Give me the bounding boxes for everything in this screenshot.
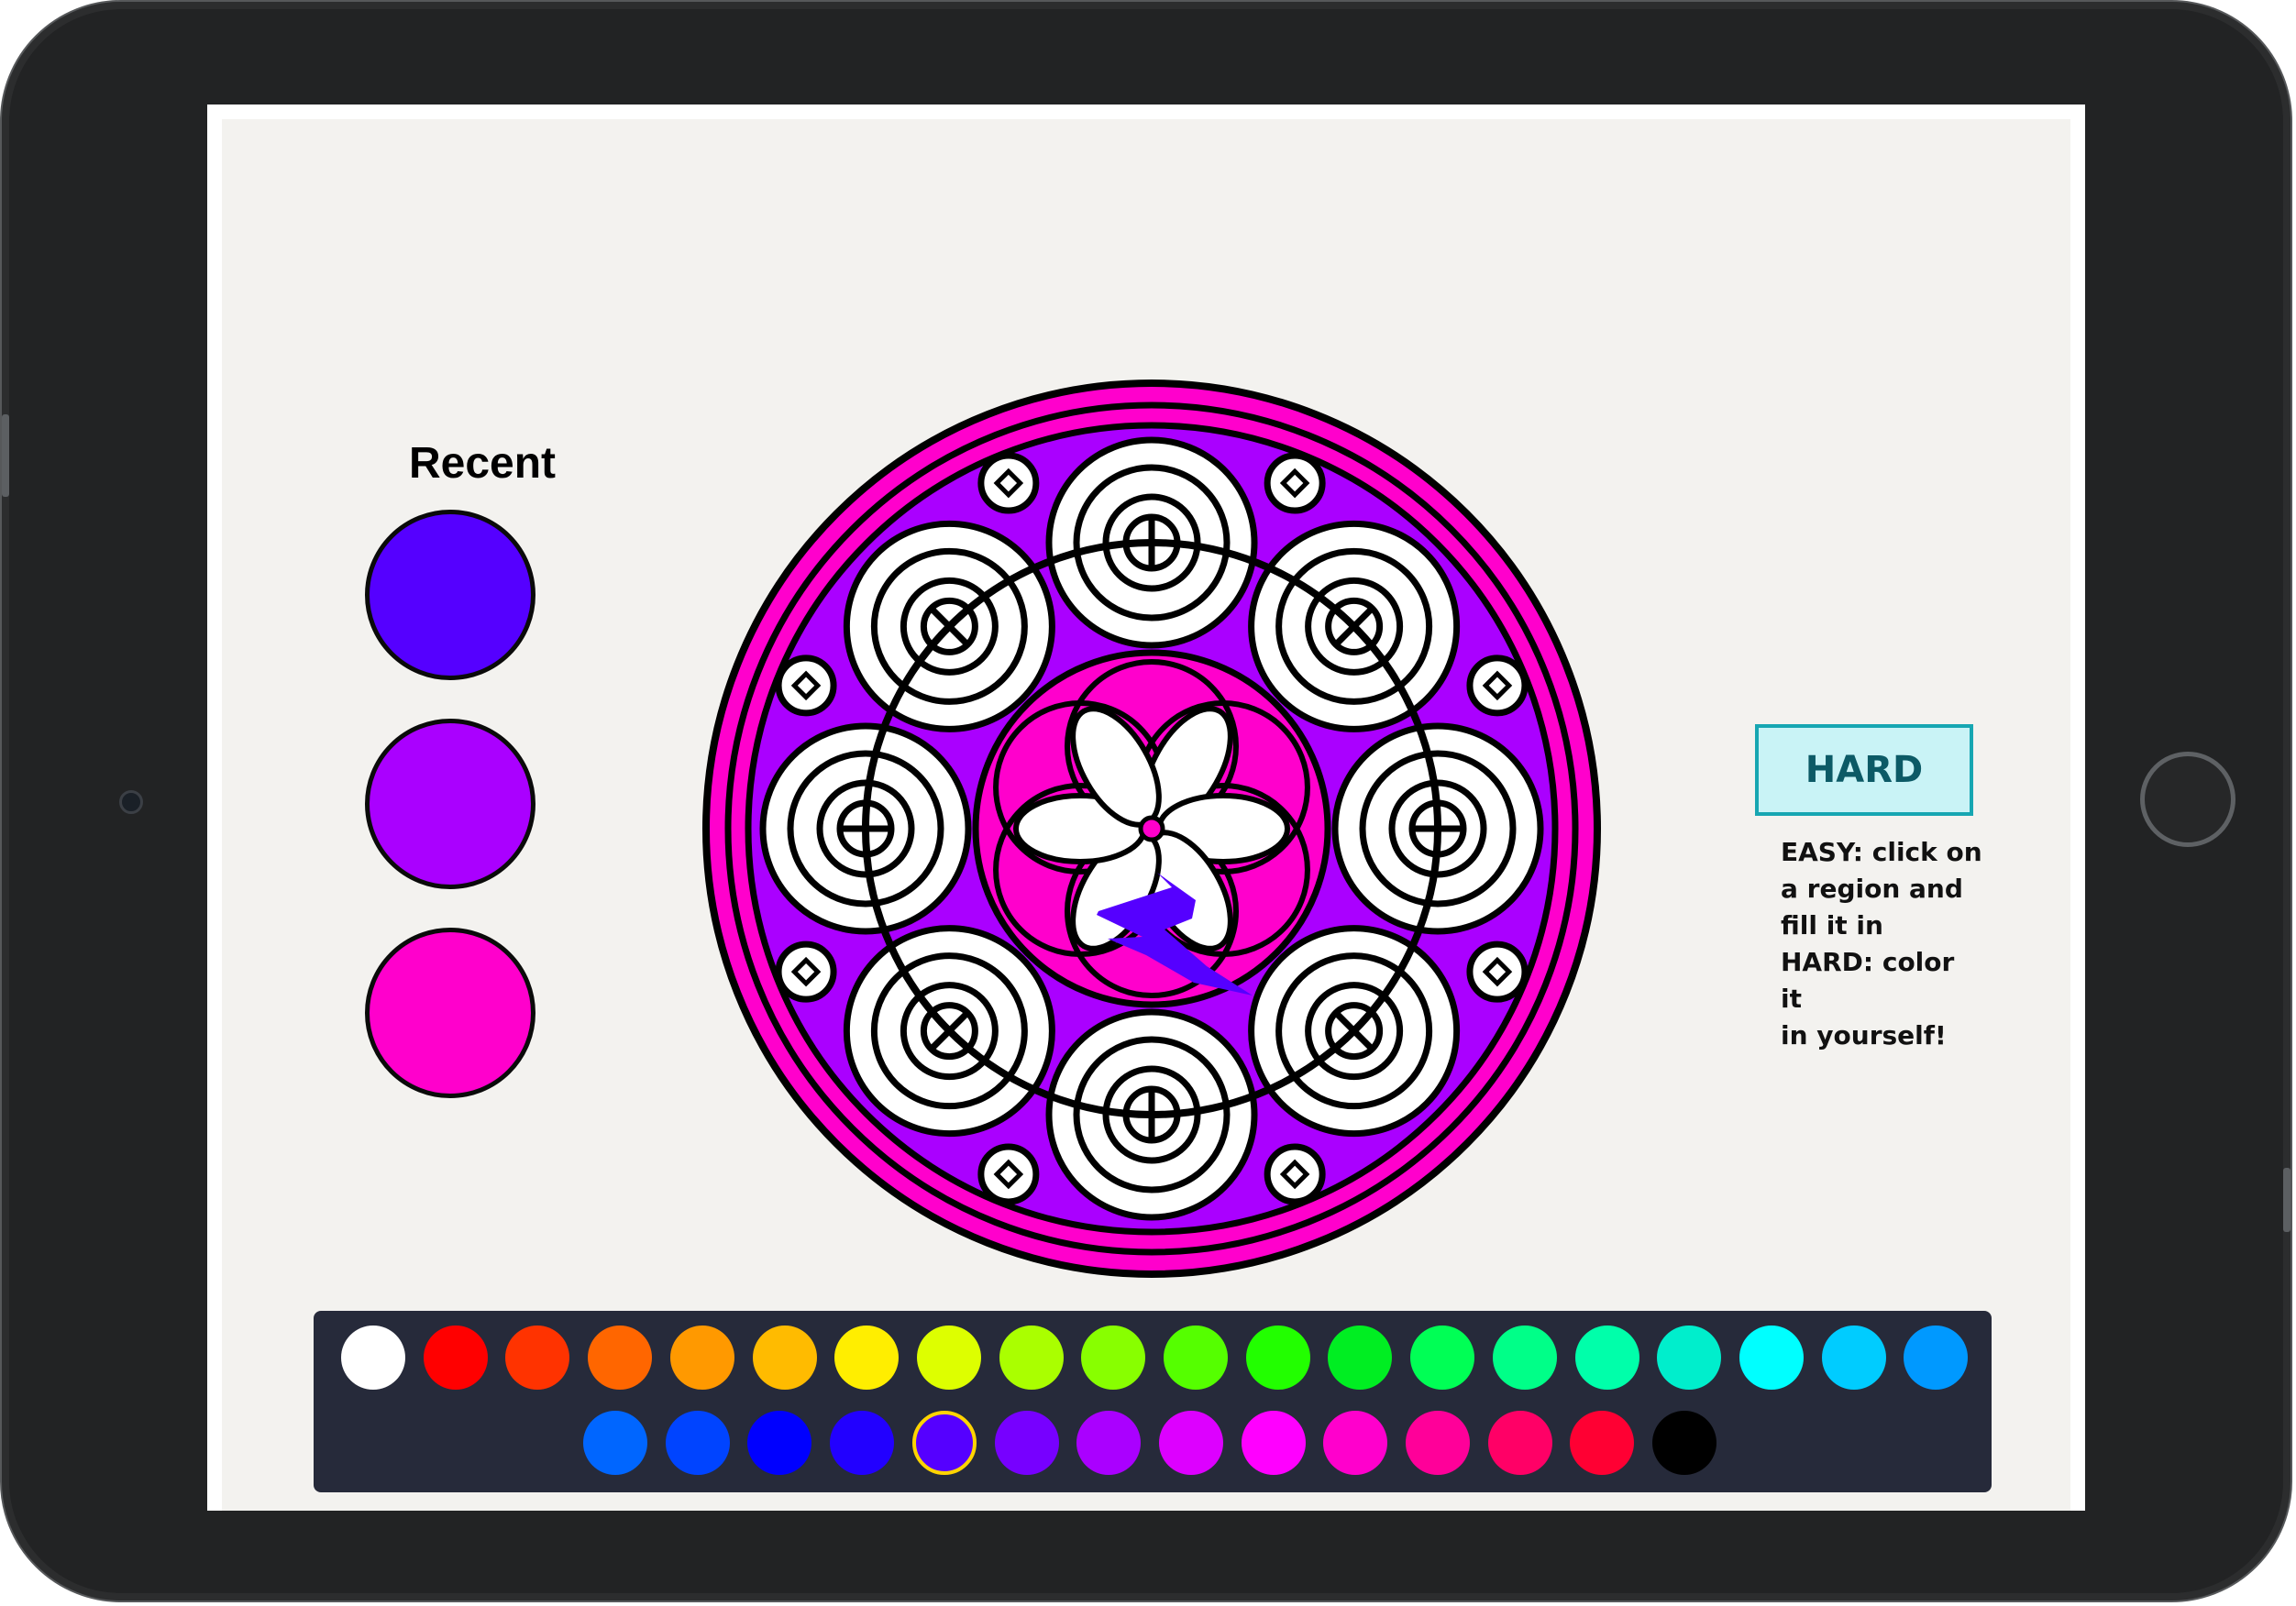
difficulty-toggle-button[interactable]: HARD bbox=[1755, 724, 1973, 816]
palette-swatch[interactable] bbox=[1158, 1411, 1223, 1475]
palette-swatch[interactable] bbox=[911, 1411, 977, 1475]
help-line: a region and bbox=[1781, 874, 1963, 904]
help-line: EASY: click on bbox=[1781, 837, 1982, 867]
palette-swatch[interactable] bbox=[1904, 1326, 1969, 1390]
help-line: in yourself! bbox=[1781, 1020, 1947, 1050]
palette-swatch[interactable] bbox=[1487, 1411, 1552, 1475]
palette-swatch[interactable] bbox=[1574, 1326, 1639, 1390]
palette-swatch[interactable] bbox=[669, 1326, 734, 1390]
ornament[interactable] bbox=[775, 654, 837, 717]
palette-swatch[interactable] bbox=[1492, 1326, 1557, 1390]
palette-swatch[interactable] bbox=[1245, 1326, 1310, 1390]
palette-swatch[interactable] bbox=[830, 1411, 895, 1475]
help-line: HARD: color it bbox=[1781, 947, 1955, 1014]
color-palette bbox=[314, 1311, 1992, 1492]
palette-swatch[interactable] bbox=[1241, 1411, 1306, 1475]
recent-title: Recent bbox=[408, 439, 557, 488]
palette-swatch[interactable] bbox=[994, 1411, 1059, 1475]
palette-swatch[interactable] bbox=[505, 1326, 570, 1390]
side-button bbox=[2283, 1168, 2290, 1232]
palette-swatch[interactable] bbox=[423, 1326, 488, 1390]
mode-help-text: EASY: click on a region and fill it in H… bbox=[1781, 834, 1982, 1054]
recent-color-2[interactable] bbox=[365, 719, 535, 889]
palette-swatch[interactable] bbox=[665, 1411, 730, 1475]
palette-swatch[interactable] bbox=[1821, 1326, 1886, 1390]
palette-swatch[interactable] bbox=[1323, 1411, 1388, 1475]
palette-swatch[interactable] bbox=[1657, 1326, 1722, 1390]
palette-swatch[interactable] bbox=[999, 1326, 1064, 1390]
screen-bezel-highlight bbox=[207, 104, 222, 1511]
recent-color-3[interactable] bbox=[365, 928, 535, 1098]
palette-swatch[interactable] bbox=[1652, 1411, 1717, 1475]
ornament[interactable] bbox=[977, 452, 1040, 514]
ornament[interactable] bbox=[1264, 452, 1326, 514]
ornament[interactable] bbox=[977, 1143, 1040, 1205]
palette-swatch[interactable] bbox=[1164, 1326, 1228, 1390]
palette-swatch[interactable] bbox=[1328, 1326, 1393, 1390]
palette-swatch[interactable] bbox=[916, 1326, 981, 1390]
center-dot[interactable] bbox=[1138, 815, 1165, 842]
palette-swatch[interactable] bbox=[1410, 1326, 1475, 1390]
palette-swatch[interactable] bbox=[583, 1411, 647, 1475]
palette-swatch[interactable] bbox=[752, 1326, 817, 1390]
front-camera bbox=[119, 790, 143, 814]
center-flower[interactable] bbox=[1138, 815, 1165, 842]
ornament[interactable] bbox=[775, 940, 837, 1003]
mandala-canvas[interactable] bbox=[702, 370, 1601, 1287]
ornament[interactable] bbox=[1264, 1143, 1326, 1205]
palette-swatch[interactable] bbox=[747, 1411, 812, 1475]
screen-bezel-highlight bbox=[207, 104, 2085, 119]
palette-swatch[interactable] bbox=[1570, 1411, 1635, 1475]
palette-swatch[interactable] bbox=[588, 1326, 653, 1390]
palette-swatch[interactable] bbox=[1739, 1326, 1804, 1390]
volume-button bbox=[2, 414, 9, 497]
recent-color-1[interactable] bbox=[365, 510, 535, 680]
ornament[interactable] bbox=[1466, 654, 1529, 717]
palette-swatch[interactable] bbox=[341, 1326, 405, 1390]
palette-swatch[interactable] bbox=[1081, 1326, 1146, 1390]
palette-swatch[interactable] bbox=[1406, 1411, 1470, 1475]
home-button[interactable] bbox=[2140, 752, 2235, 847]
palette-swatch[interactable] bbox=[1076, 1411, 1142, 1475]
screen-bezel-highlight bbox=[2070, 104, 2085, 1511]
palette-swatch[interactable] bbox=[834, 1326, 900, 1390]
help-line: fill it in bbox=[1781, 910, 1883, 940]
tablet-frame: Recent HARD EASY: click on a region and … bbox=[0, 0, 2292, 1602]
ornament[interactable] bbox=[1466, 940, 1529, 1003]
app-screen: Recent HARD EASY: click on a region and … bbox=[207, 104, 2085, 1511]
